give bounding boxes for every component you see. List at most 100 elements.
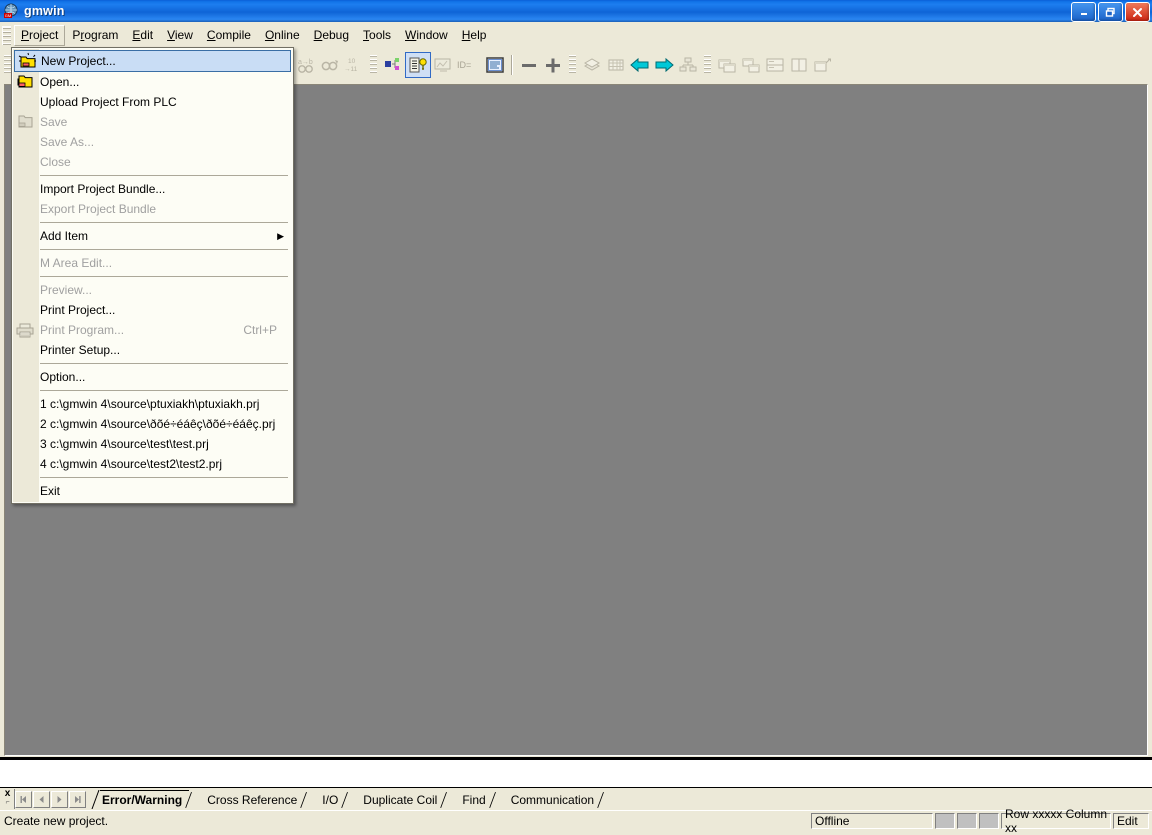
menu-online[interactable]: Online [258, 25, 307, 46]
menu-separator [40, 175, 288, 176]
menu-item-label: Preview... [40, 283, 93, 297]
submenu-arrow-icon: ▶ [277, 230, 284, 241]
output-pane [0, 760, 1152, 788]
hierarchy-icon[interactable] [676, 53, 700, 77]
menu-compile[interactable]: Compile [200, 25, 258, 46]
menu-item-label: Close [40, 155, 71, 169]
menu-item-open[interactable]: Open... [12, 72, 293, 92]
arrange-icons-icon[interactable] [811, 53, 835, 77]
tab-prev-button[interactable] [33, 790, 50, 808]
tab-next-button[interactable] [51, 790, 68, 808]
tile-horizontal-icon[interactable] [763, 53, 787, 77]
replace-icon[interactable]: a→b [294, 53, 318, 77]
menu-item-save[interactable]: Save [12, 112, 293, 132]
forward-arrow-icon[interactable] [652, 53, 676, 77]
menu-item-add-item[interactable]: Add Item ▶ [12, 226, 293, 246]
find-next-icon[interactable] [318, 53, 342, 77]
menu-item-m-area-edit[interactable]: M Area Edit... [12, 253, 293, 273]
menu-separator [40, 222, 288, 223]
toolbar-separator-1 [511, 55, 513, 75]
tab-first-button[interactable] [15, 790, 32, 808]
tab-duplicate-coil[interactable]: Duplicate Coil [349, 790, 448, 809]
message-window-icon[interactable] [483, 53, 507, 77]
menu-item-upload-project-from-plc[interactable]: Upload Project From PLC [12, 92, 293, 112]
output-close-glyph: x [4, 788, 11, 799]
printer-icon [15, 321, 35, 339]
window-title-bar: GM gmwin [0, 0, 1152, 22]
new-project-icon [18, 52, 38, 70]
toolbar-grip-4[interactable] [569, 55, 576, 75]
status-bar: Create new project. Offline Row xxxxx Co… [0, 807, 1152, 835]
tab-error-warning[interactable]: Error/Warning [90, 790, 193, 809]
resize-grip: ⌐ [5, 799, 10, 806]
monitor-icon[interactable] [431, 53, 455, 77]
menu-tools[interactable]: Tools [356, 25, 398, 46]
menu-item-option[interactable]: Option... [12, 367, 293, 387]
minimize-button[interactable] [1071, 2, 1096, 22]
menu-item-printer-setup[interactable]: Printer Setup... [12, 340, 293, 360]
tab-label: Cross Reference [207, 792, 298, 807]
menu-item-label: 2 c:\gmwin 4\source\ðõé÷éáêç\ðõé÷éáêç.pr… [40, 417, 276, 431]
status-message: Create new project. [4, 813, 109, 828]
menu-item-label: M Area Edit... [40, 256, 113, 270]
library-icon[interactable] [580, 53, 604, 77]
menu-item-save-as[interactable]: Save As... [12, 132, 293, 152]
grid-icon[interactable] [604, 53, 628, 77]
menu-window[interactable]: Window [398, 25, 455, 46]
menu-project[interactable]: Project [14, 24, 66, 46]
svg-text:ID=: ID= [457, 60, 471, 70]
menu-item-label: 3 c:\gmwin 4\source\test\test.prj [40, 437, 209, 451]
back-arrow-icon[interactable] [628, 53, 652, 77]
tile-windows-icon[interactable] [739, 53, 763, 77]
zoom-in-icon[interactable] [541, 53, 565, 77]
menu-item-recent-1[interactable]: 1 c:\gmwin 4\source\ptuxiakh\ptuxiakh.pr… [12, 394, 293, 414]
tab-last-button[interactable] [69, 790, 86, 808]
menu-separator [40, 249, 288, 250]
variable-list-icon[interactable] [405, 52, 431, 78]
cascade-windows-icon[interactable] [715, 53, 739, 77]
menu-separator [40, 477, 288, 478]
menubar-grip[interactable] [2, 25, 11, 45]
menu-edit[interactable]: Edit [125, 25, 160, 46]
menu-project-label-rest: roject [29, 27, 59, 42]
tab-io[interactable]: I/O [308, 790, 349, 809]
menu-help[interactable]: Help [455, 25, 494, 46]
menu-item-print-project[interactable]: Print Project... [12, 300, 293, 320]
tile-vertical-icon[interactable] [787, 53, 811, 77]
tab-cross-reference[interactable]: Cross Reference [193, 790, 308, 809]
menu-separator [40, 390, 288, 391]
menu-item-label: Printer Setup... [40, 343, 121, 357]
toolbar-grip-5[interactable] [704, 55, 711, 75]
status-indicator-1 [935, 812, 955, 829]
menu-item-recent-3[interactable]: 3 c:\gmwin 4\source\test\test.prj [12, 434, 293, 454]
menu-item-label: Save [40, 115, 68, 129]
restore-button[interactable] [1098, 2, 1123, 22]
menu-item-print-program[interactable]: Print Program... Ctrl+P [12, 320, 293, 340]
goto-line-icon[interactable]: 10 →11 [342, 53, 366, 77]
menu-separator [40, 363, 288, 364]
menu-item-export-project-bundle[interactable]: Export Project Bundle [12, 199, 293, 219]
menu-debug[interactable]: Debug [307, 25, 356, 46]
menu-item-recent-4[interactable]: 4 c:\gmwin 4\source\test2\test2.prj [12, 454, 293, 474]
project-menu-dropdown: New Project... Open... Upload Project Fr… [11, 47, 294, 504]
toolbar-grip-3[interactable] [370, 55, 377, 75]
menu-item-recent-2[interactable]: 2 c:\gmwin 4\source\ðõé÷éáêç\ðõé÷éáêç.pr… [12, 414, 293, 434]
close-icon[interactable]: x ⌐ [1, 789, 15, 809]
project-tree-icon[interactable] [381, 53, 405, 77]
menu-view[interactable]: View [160, 25, 200, 46]
menu-item-new-project[interactable]: New Project... [14, 50, 291, 72]
output-tabs: Error/Warning Cross Reference I/O Duplic… [90, 789, 605, 809]
menu-item-preview[interactable]: Preview... [12, 280, 293, 300]
zoom-out-icon[interactable] [517, 53, 541, 77]
menu-item-close[interactable]: Close [12, 152, 293, 172]
id-icon[interactable]: ID= [455, 53, 483, 77]
window-controls [1071, 2, 1150, 22]
close-button[interactable] [1125, 2, 1150, 22]
edit-mode: Edit [1113, 812, 1149, 829]
tab-communication[interactable]: Communication [497, 790, 605, 809]
tab-find[interactable]: Find [448, 790, 496, 809]
toolbar-grip-1[interactable] [4, 55, 11, 75]
menu-item-exit[interactable]: Exit [12, 481, 293, 501]
menu-program[interactable]: Program [65, 25, 125, 46]
menu-item-import-project-bundle[interactable]: Import Project Bundle... [12, 179, 293, 199]
